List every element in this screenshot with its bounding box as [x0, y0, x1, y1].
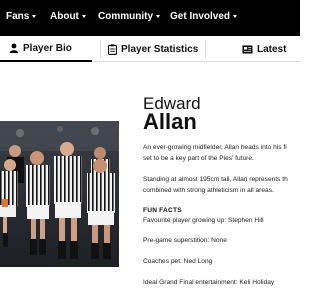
- fun-fact-item: Favourite player growing up: Stephen Hil…: [143, 217, 264, 224]
- tab-divider: [100, 40, 101, 58]
- nav-item-get-involved[interactable]: Get Involved: [170, 11, 238, 22]
- chevron-down-icon: [233, 15, 238, 18]
- nav-item-label: Get Involved: [170, 11, 231, 22]
- player-photo: [0, 121, 119, 267]
- bio-paragraph-1-line-2: set to be a key part of the Pies' future…: [143, 155, 254, 162]
- player-last-name: Allan: [143, 109, 197, 134]
- nav-item-fans[interactable]: Fans: [6, 11, 37, 22]
- tab-latest[interactable]: Latest: [242, 36, 286, 62]
- news-icon: [242, 45, 253, 54]
- chevron-down-icon: [81, 15, 86, 18]
- nav-item-community[interactable]: Community: [98, 11, 160, 22]
- fun-fact-item: Coaches pet: Ned Long: [143, 258, 213, 265]
- bio-paragraph-1-line-1: An ever-growing midfielder, Allan heads …: [143, 144, 287, 151]
- tab-label: Player Bio: [23, 42, 72, 54]
- tab-player-statistics[interactable]: Player Statistics: [108, 36, 198, 62]
- tab-player-bio[interactable]: Player Bio: [0, 36, 92, 62]
- player-tabs: Player Bio Player Statistics Latest: [0, 36, 300, 62]
- clipboard-icon: [108, 43, 117, 55]
- chevron-down-icon: [32, 15, 37, 18]
- nav-item-label: Fans: [6, 11, 30, 22]
- nav-item-about[interactable]: About: [50, 11, 86, 22]
- top-navigation: Fans About Community Get Involved: [0, 0, 300, 36]
- team-photo-image: [0, 121, 119, 267]
- fun-facts-heading: FUN FACTS: [143, 207, 182, 214]
- tab-label: Latest: [257, 43, 287, 55]
- nav-item-label: About: [50, 11, 79, 22]
- tab-label: Player Statistics: [121, 43, 199, 55]
- person-icon: [9, 43, 19, 53]
- fun-fact-item: Ideal Grand Final entertainment: Keli Ho…: [143, 279, 275, 286]
- bio-paragraph-2-line-2: combined with strong athleticism in all …: [143, 187, 274, 194]
- chevron-down-icon: [156, 15, 160, 18]
- tab-divider: [205, 40, 206, 58]
- fun-fact-item: Pre-game superstition: None: [143, 237, 227, 244]
- nav-item-label: Community: [98, 11, 153, 22]
- bio-paragraph-2-line-1: Standing at almost 195cm tall, Allan rep…: [143, 176, 288, 183]
